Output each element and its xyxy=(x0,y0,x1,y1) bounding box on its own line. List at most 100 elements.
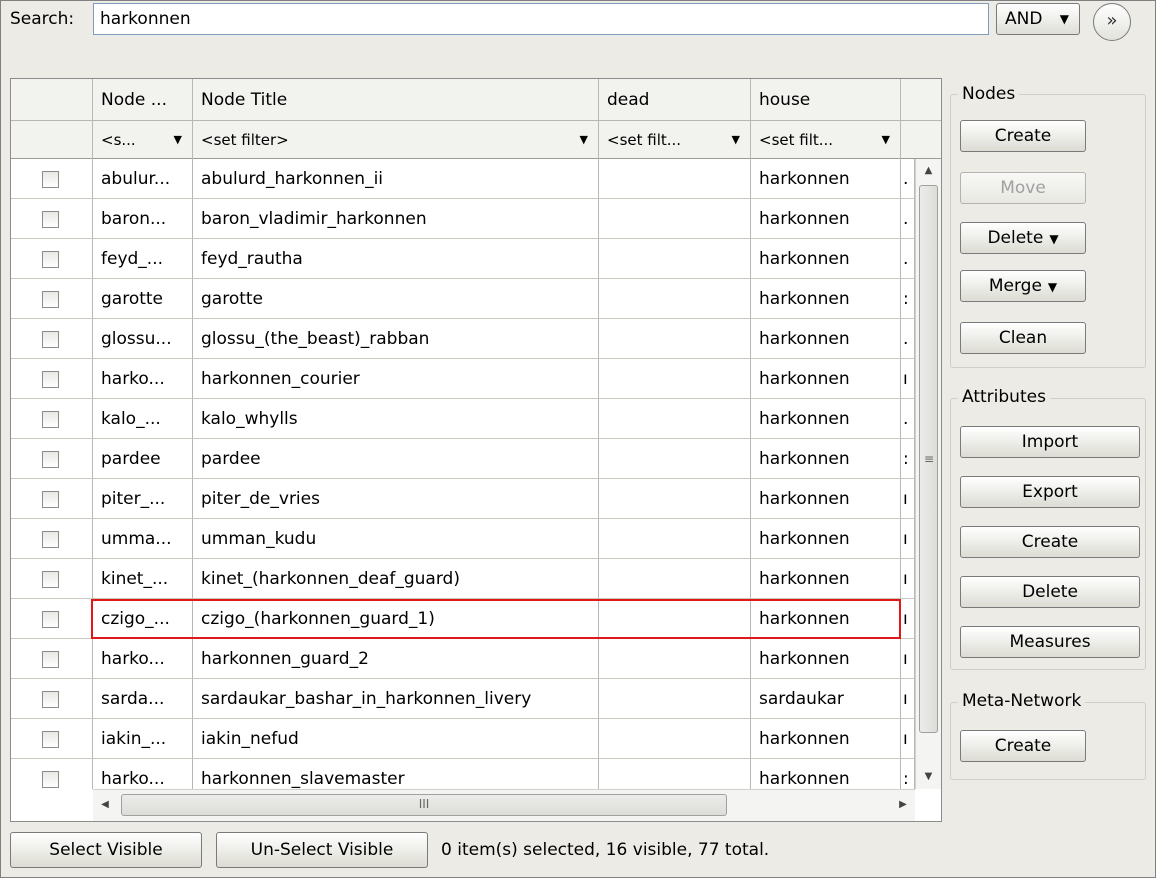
table-row[interactable]: glossu... glossu_(the_beast)_rabban harkon… xyxy=(11,319,941,359)
cell-house: harkonnen xyxy=(751,399,901,439)
scroll-left-icon[interactable]: ◀ xyxy=(93,790,117,820)
cell-node-id: feyd_... xyxy=(93,239,193,279)
row-checkbox[interactable] xyxy=(42,371,59,388)
filter-house[interactable]: <set filt... ▼ xyxy=(751,121,901,159)
row-checkbox[interactable] xyxy=(42,451,59,468)
attribute-measures-button[interactable]: Measures xyxy=(960,626,1140,658)
filter-label: <s... xyxy=(101,131,136,149)
select-visible-button[interactable]: Select Visible xyxy=(10,832,202,868)
filter-dead[interactable]: <set filt... ▼ xyxy=(599,121,751,159)
table-row[interactable]: harko... harkonnen_courier harkonnen ı xyxy=(11,359,941,399)
filter-more[interactable] xyxy=(901,121,941,159)
attribute-create-button[interactable]: Create xyxy=(960,526,1140,558)
table-row[interactable]: harko... harkonnen_guard_2 harkonnen ı xyxy=(11,639,941,679)
cell-house: harkonnen xyxy=(751,159,901,199)
chevron-down-icon: ▼ xyxy=(173,133,182,146)
unselect-visible-button[interactable]: Un-Select Visible xyxy=(216,832,428,868)
cell-dead xyxy=(599,759,751,789)
row-checkbox[interactable] xyxy=(42,491,59,508)
row-checkbox[interactable] xyxy=(42,571,59,588)
table-row[interactable]: abulur... abulurd_harkonnen_ii harkonnen. xyxy=(11,159,941,199)
row-checkbox-cell xyxy=(11,639,93,679)
row-checkbox[interactable] xyxy=(42,771,59,788)
cell-extra: ı xyxy=(901,719,915,759)
cell-extra: ı xyxy=(901,599,915,639)
horizontal-scroll-thumb[interactable]: III xyxy=(121,794,727,816)
chevron-down-icon: ▼ xyxy=(1059,12,1069,26)
cell-house: harkonnen xyxy=(751,439,901,479)
row-checkbox-cell xyxy=(11,479,93,519)
row-checkbox[interactable] xyxy=(42,691,59,708)
table-row[interactable]: sarda... sardaukar_bashar_in_harkonnen_li… xyxy=(11,679,941,719)
node-create-button[interactable]: Create xyxy=(960,120,1086,152)
cell-extra: ı xyxy=(901,519,915,559)
scroll-right-icon[interactable]: ▶ xyxy=(891,790,915,820)
table-row[interactable]: pardee pardee harkonnen: xyxy=(11,439,941,479)
row-checkbox[interactable] xyxy=(42,171,59,188)
horizontal-scrollbar[interactable]: ◀ III ▶ xyxy=(93,789,915,821)
cell-node-title: harkonnen_guard_2 xyxy=(193,639,599,679)
cell-house: harkonnen xyxy=(751,559,901,599)
scroll-up-icon[interactable]: ▲ xyxy=(916,159,941,183)
column-header-more[interactable] xyxy=(901,79,941,121)
cell-dead xyxy=(599,199,751,239)
cell-node-title: abulurd_harkonnen_ii xyxy=(193,159,599,199)
row-checkbox-cell xyxy=(11,599,93,639)
cell-house: harkonnen xyxy=(751,239,901,279)
cell-extra: . xyxy=(901,199,915,239)
column-header-dead[interactable]: dead xyxy=(599,79,751,121)
table-row[interactable]: kinet_... kinet_(harkonnen_deaf_guard) har… xyxy=(11,559,941,599)
row-checkbox[interactable] xyxy=(42,291,59,308)
scroll-down-icon[interactable]: ▼ xyxy=(916,765,941,789)
table-row[interactable]: garotte garotte harkonnen: xyxy=(11,279,941,319)
expand-options-button[interactable]: » xyxy=(1093,3,1131,41)
column-header-node-title[interactable]: Node Title xyxy=(193,79,599,121)
vertical-scrollbar[interactable]: ▲ ≡ ▼ xyxy=(915,159,941,789)
row-checkbox[interactable] xyxy=(42,331,59,348)
search-input[interactable] xyxy=(93,3,989,35)
table-row[interactable]: iakin_... iakin_nefud harkonnen ı xyxy=(11,719,941,759)
cell-node-id: czigo_... xyxy=(93,599,193,639)
filter-node-title[interactable]: <set filter> ▼ xyxy=(193,121,599,159)
row-checkbox[interactable] xyxy=(42,651,59,668)
table-row[interactable]: umma... umman_kudu harkonnen ı xyxy=(11,519,941,559)
vertical-scroll-thumb[interactable]: ≡ xyxy=(919,185,938,733)
row-checkbox[interactable] xyxy=(42,211,59,228)
cell-house: harkonnen xyxy=(751,319,901,359)
filter-node-id[interactable]: <s... ▼ xyxy=(93,121,193,159)
row-checkbox[interactable] xyxy=(42,251,59,268)
table-row[interactable]: piter_... piter_de_vries harkonnen ı xyxy=(11,479,941,519)
cell-node-title: garotte xyxy=(193,279,599,319)
cell-node-id: harko... xyxy=(93,639,193,679)
node-delete-button[interactable]: Delete ▼ xyxy=(960,222,1086,254)
cell-extra: . xyxy=(901,239,915,279)
cell-dead xyxy=(599,279,751,319)
table-row[interactable]: kalo_... kalo_whylls harkonnen. xyxy=(11,399,941,439)
node-merge-button[interactable]: Merge ▼ xyxy=(960,270,1086,302)
search-label: Search: xyxy=(10,9,75,29)
column-header-node-id[interactable]: Node ... xyxy=(93,79,193,121)
table-row[interactable]: czigo_... czigo_(harkonnen_guard_1) harkon… xyxy=(11,599,941,639)
attribute-import-button[interactable]: Import xyxy=(960,426,1140,458)
node-merge-label: Merge xyxy=(988,276,1042,296)
row-checkbox[interactable] xyxy=(42,531,59,548)
row-checkbox[interactable] xyxy=(42,611,59,628)
meta-network-create-button[interactable]: Create xyxy=(960,730,1086,762)
attribute-export-button[interactable]: Export xyxy=(960,476,1140,508)
column-header-house[interactable]: house xyxy=(751,79,901,121)
row-checkbox[interactable] xyxy=(42,411,59,428)
double-chevron-down-icon: » xyxy=(1106,10,1118,31)
cell-dead xyxy=(599,519,751,559)
node-clean-button[interactable]: Clean xyxy=(960,322,1086,354)
operator-dropdown[interactable]: AND ▼ xyxy=(996,3,1080,35)
cell-node-title: feyd_rautha xyxy=(193,239,599,279)
table-row[interactable]: feyd_... feyd_rautha harkonnen. xyxy=(11,239,941,279)
table-row[interactable]: harko... harkonnen_slavemaster harkonnen: xyxy=(11,759,941,789)
row-checkbox[interactable] xyxy=(42,731,59,748)
node-move-button[interactable]: Move xyxy=(960,172,1086,204)
table-row[interactable]: baron... baron_vladimir_harkonnen harkonne… xyxy=(11,199,941,239)
row-checkbox-cell xyxy=(11,239,93,279)
cell-dead xyxy=(599,359,751,399)
attribute-delete-button[interactable]: Delete xyxy=(960,576,1140,608)
cell-node-title: harkonnen_slavemaster xyxy=(193,759,599,789)
